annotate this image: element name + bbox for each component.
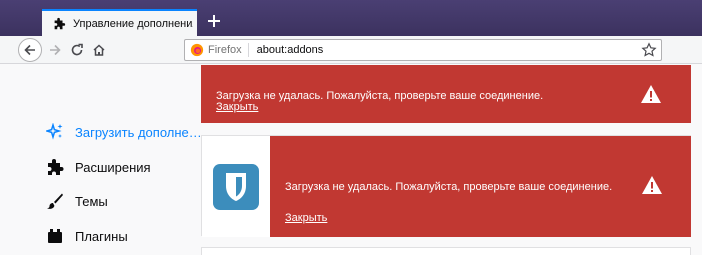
addons-content: Загрузить дополне… Расширения Темы Плаги…: [0, 65, 702, 255]
bitwarden-shield-icon: [213, 163, 259, 210]
addon-card: [201, 247, 691, 255]
back-button[interactable]: [18, 38, 42, 62]
tab-addons-manager[interactable]: Управление дополнениями: [42, 9, 197, 36]
close-link[interactable]: Закрыть: [285, 212, 327, 224]
sidebar-item-label: Расширения: [75, 159, 151, 175]
new-tab-button[interactable]: [203, 11, 225, 33]
sidebar-item-themes[interactable]: Темы: [46, 192, 108, 210]
sidebar-item-label: Плагины: [75, 228, 128, 244]
sidebar-item-label: Темы: [75, 193, 108, 209]
sidebar-item-recommendations[interactable]: Загрузить дополне…: [46, 123, 202, 141]
arrow-left-icon: [24, 44, 35, 56]
firefox-icon: [190, 43, 204, 57]
tab-strip: Управление дополнениями: [0, 0, 702, 36]
reload-button[interactable]: [66, 39, 88, 61]
puzzle-icon: [48, 159, 64, 175]
identity-label: Firefox: [208, 43, 249, 57]
error-message: Загрузка не удалась. Пожалуйста, проверь…: [285, 181, 613, 193]
home-button[interactable]: [88, 39, 110, 61]
home-icon: [93, 44, 105, 56]
reload-icon: [71, 43, 83, 56]
close-link[interactable]: Закрыть: [216, 101, 258, 113]
sidebar-item-plugins[interactable]: Плагины: [46, 227, 128, 245]
warning-icon: [642, 176, 662, 194]
addon-card: Загрузка не удалась. Пожалуйста, проверь…: [201, 135, 691, 237]
addon-card-error: Загрузка не удалась. Пожалуйста, проверь…: [201, 65, 691, 123]
url-text[interactable]: about:addons: [257, 44, 641, 56]
addon-icon-box: [202, 136, 270, 237]
warning-icon: [641, 85, 661, 103]
plus-icon: [208, 15, 220, 27]
brush-icon: [47, 193, 63, 209]
forward-button[interactable]: [44, 39, 66, 61]
addon-error-panel: Загрузка не удалась. Пожалуйста, проверь…: [270, 136, 691, 237]
sidebar-item-label: Загрузить дополне…: [75, 124, 202, 140]
error-message: Загрузка не удалась. Пожалуйста, проверь…: [216, 90, 544, 102]
plugin-icon: [48, 229, 62, 243]
sidebar-item-extensions[interactable]: Расширения: [46, 158, 151, 176]
star-icon[interactable]: [641, 42, 657, 58]
tab-title: Управление дополнениями: [73, 17, 193, 30]
nav-bar: Firefox about:addons: [0, 36, 702, 64]
url-bar[interactable]: Firefox about:addons: [184, 39, 662, 61]
puzzle-icon: [54, 17, 66, 29]
arrow-right-icon: [50, 44, 61, 56]
sparkle-icon: [46, 123, 63, 140]
